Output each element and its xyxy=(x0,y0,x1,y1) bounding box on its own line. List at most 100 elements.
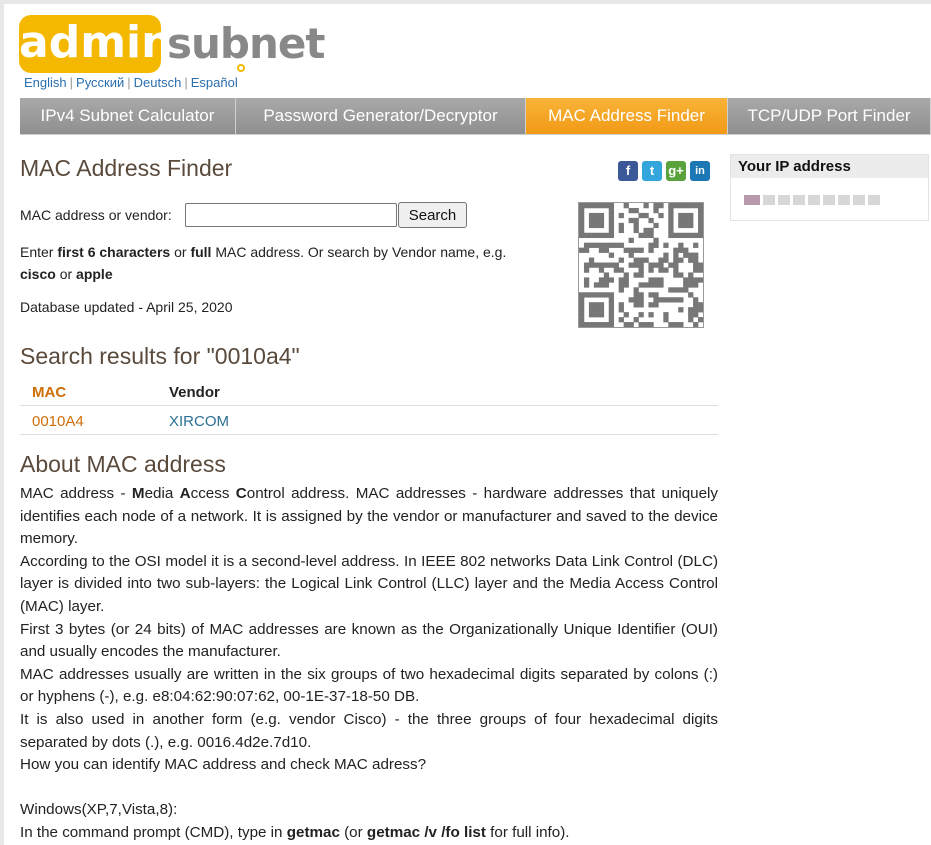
qr-module xyxy=(653,222,659,229)
qr-module xyxy=(653,237,659,243)
qr-module xyxy=(663,252,669,258)
qr-module xyxy=(613,267,619,273)
qr-module xyxy=(628,322,634,328)
twitter-icon[interactable]: t xyxy=(642,161,662,181)
qr-module xyxy=(579,317,585,323)
qr-module xyxy=(603,262,610,268)
qr-module xyxy=(608,217,615,224)
qr-module xyxy=(683,232,689,239)
qr-module xyxy=(618,267,624,273)
qr-module xyxy=(608,222,615,229)
qr-module xyxy=(623,277,629,283)
qr-module xyxy=(663,297,669,303)
lang-russian[interactable]: Русский xyxy=(76,75,124,90)
qr-module xyxy=(633,262,639,268)
qr-module xyxy=(593,242,600,248)
qr-module xyxy=(688,272,694,278)
qr-module xyxy=(638,257,644,263)
qr-module xyxy=(638,247,644,253)
qr-module xyxy=(688,277,694,283)
qr-module xyxy=(603,277,610,283)
search-button[interactable]: Search xyxy=(397,202,468,228)
qr-module xyxy=(598,282,605,288)
qr-module xyxy=(633,227,639,234)
qr-module xyxy=(583,322,590,328)
qr-module xyxy=(648,247,654,253)
about-paragraph: It is also used in another form (e.g. ve… xyxy=(20,710,718,751)
qr-module xyxy=(683,247,689,253)
qr-module xyxy=(678,322,684,328)
qr-module xyxy=(593,217,600,224)
nav-password-generator[interactable]: Password Generator/Decryptor xyxy=(236,98,526,134)
qr-module xyxy=(693,282,699,288)
qr-module xyxy=(598,203,605,209)
qr-module xyxy=(638,292,644,298)
qr-module xyxy=(653,242,659,248)
qr-module xyxy=(638,272,644,278)
qr-module xyxy=(618,282,624,288)
qr-module xyxy=(648,312,654,318)
qr-module xyxy=(603,292,610,298)
about-text-part: edia xyxy=(144,485,180,502)
about-text-part: for full info). xyxy=(485,823,570,841)
linkedin-icon[interactable]: in xyxy=(690,161,710,181)
qr-module xyxy=(643,232,649,239)
qr-module xyxy=(663,257,669,263)
lang-spanish[interactable]: Español xyxy=(191,75,238,90)
qr-module xyxy=(683,217,689,224)
qr-module xyxy=(678,307,684,313)
result-mac[interactable]: 0010A4 xyxy=(20,405,157,435)
qr-module xyxy=(618,242,624,248)
result-vendor[interactable]: XIRCOM xyxy=(157,405,718,435)
qr-module xyxy=(638,212,644,219)
qr-module xyxy=(648,262,654,268)
lang-english[interactable]: English xyxy=(24,75,67,90)
qr-module xyxy=(593,212,600,219)
facebook-icon[interactable]: f xyxy=(618,161,638,181)
qr-module xyxy=(643,257,649,263)
google-plus-icon[interactable]: g+ xyxy=(666,161,686,181)
nav-mac-address-finder[interactable]: MAC Address Finder xyxy=(526,98,728,134)
lang-german[interactable]: Deutsch xyxy=(134,75,182,90)
qr-module xyxy=(628,207,634,214)
qr-module xyxy=(598,302,605,308)
social-share-bar: f t g+ in xyxy=(618,161,710,181)
qr-module xyxy=(683,252,689,258)
nav-ipv4-subnet-calculator[interactable]: IPv4 Subnet Calculator xyxy=(20,98,236,134)
qr-module xyxy=(653,297,659,303)
qr-module xyxy=(658,297,664,303)
qr-module xyxy=(588,203,595,209)
qr-module xyxy=(588,232,595,239)
qr-module xyxy=(648,267,654,273)
search-form: MAC address or vendor: Search xyxy=(20,202,468,228)
hint-text: MAC address. Or search by Vendor name, e… xyxy=(211,244,507,260)
qr-module xyxy=(673,272,679,278)
qr-module xyxy=(688,222,694,229)
lang-separator: | xyxy=(69,75,74,90)
qr-module xyxy=(628,237,634,243)
qr-module xyxy=(698,277,704,283)
ip-panel-title: Your IP address xyxy=(731,155,928,178)
search-input[interactable] xyxy=(184,203,397,227)
qr-module xyxy=(668,322,674,328)
page-title: MAC Address Finder xyxy=(20,155,233,181)
qr-module xyxy=(658,257,664,263)
qr-module xyxy=(643,212,649,219)
qr-module xyxy=(628,297,634,303)
qr-module xyxy=(648,277,654,283)
qr-module xyxy=(678,232,684,239)
qr-module xyxy=(653,282,659,288)
qr-module xyxy=(678,257,684,263)
qr-module xyxy=(698,203,704,209)
hint-bold: apple xyxy=(76,266,113,282)
qr-module xyxy=(693,267,699,273)
about-bold-letter: A xyxy=(179,485,191,502)
qr-module xyxy=(653,292,659,298)
nav-tcp-udp-port-finder[interactable]: TCP/UDP Port Finder xyxy=(728,98,931,134)
logo-subnet-text: subnet xyxy=(167,19,325,68)
qr-module xyxy=(583,242,590,248)
qr-module xyxy=(678,212,684,219)
about-paragraph: Windows(XP,7,Vista,8): xyxy=(20,801,178,819)
qr-module xyxy=(678,287,684,293)
qr-module xyxy=(608,322,615,328)
